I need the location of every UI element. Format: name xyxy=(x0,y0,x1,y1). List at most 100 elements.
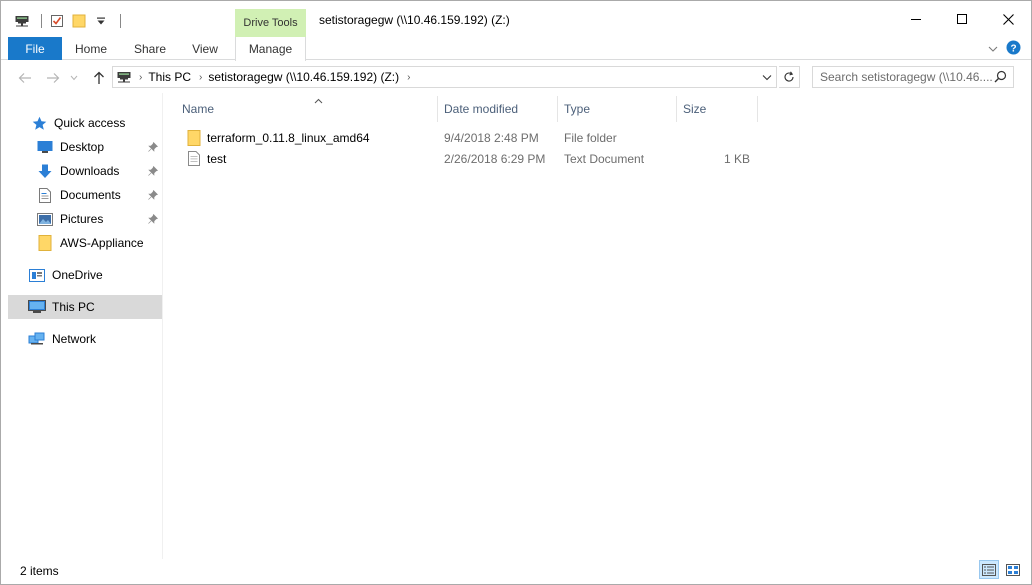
column-header-name[interactable]: Name xyxy=(176,96,438,122)
close-icon xyxy=(1002,13,1014,25)
close-button[interactable] xyxy=(985,1,1031,37)
tab-share[interactable]: Share xyxy=(127,37,173,60)
sidebar-item-quick-access[interactable]: Quick access xyxy=(8,111,162,135)
expand-ribbon-button[interactable] xyxy=(988,42,998,56)
sidebar-item-label: Documents xyxy=(60,188,121,202)
breadcrumb-drive[interactable]: setistoragegw (\\10.46.159.192) (Z:) xyxy=(208,70,399,84)
sidebar-item-label: Quick access xyxy=(54,116,126,130)
sidebar-item-downloads[interactable]: Downloads xyxy=(8,159,162,183)
ribbon-tab-row: File Home Share View Manage ? xyxy=(1,37,1031,61)
file-row[interactable]: test 2/26/2018 6:29 PM Text Document 1 K… xyxy=(176,148,766,169)
pin-icon[interactable] xyxy=(148,165,159,179)
document-icon xyxy=(36,187,54,203)
tab-file[interactable]: File xyxy=(8,37,62,60)
breadcrumb-this-pc[interactable]: This PC xyxy=(148,70,191,84)
file-date: 2/26/2018 6:29 PM xyxy=(444,151,546,166)
sidebar-item-label: This PC xyxy=(52,300,95,314)
new-folder-icon[interactable] xyxy=(68,10,90,32)
sidebar-item-label: AWS-Appliance xyxy=(60,236,144,250)
recent-locations-button[interactable] xyxy=(67,68,81,88)
pin-icon[interactable] xyxy=(148,189,159,203)
file-size xyxy=(683,127,750,148)
sidebar-item-network[interactable]: Network xyxy=(8,327,162,351)
file-explorer-window: Drive Tools setistoragegw (\\10.46.159.1… xyxy=(0,0,1032,585)
help-button[interactable]: ? xyxy=(1006,40,1021,58)
sidebar-item-onedrive[interactable]: OneDrive xyxy=(8,263,162,287)
ribbon-right-controls: ? xyxy=(988,40,1021,58)
text-file-icon xyxy=(186,151,202,167)
chevron-down-icon xyxy=(762,74,772,80)
picture-icon xyxy=(36,211,54,227)
file-type: Text Document xyxy=(564,151,645,166)
column-header-size[interactable]: Size xyxy=(677,96,758,122)
chevron-right-icon[interactable]: › xyxy=(139,72,142,83)
status-bar: 2 items xyxy=(1,559,1031,584)
column-header-type[interactable]: Type xyxy=(558,96,677,122)
chevron-down-icon xyxy=(70,75,78,81)
view-switcher xyxy=(979,560,1023,579)
file-date: 9/4/2018 2:48 PM xyxy=(444,130,539,145)
search-input[interactable] xyxy=(820,70,992,84)
address-history-dropdown[interactable] xyxy=(758,67,776,87)
chevron-right-icon[interactable]: › xyxy=(199,72,202,83)
tab-view[interactable]: View xyxy=(183,37,227,60)
sidebar-item-label: OneDrive xyxy=(52,268,103,282)
sidebar-item-this-pc[interactable]: This PC xyxy=(8,295,162,319)
svg-text:?: ? xyxy=(1010,43,1016,54)
file-row[interactable]: terraform_0.11.8_linux_amd64 9/4/2018 2:… xyxy=(176,127,766,148)
chevron-right-icon[interactable]: › xyxy=(407,72,410,83)
drive-tools-context-label: Drive Tools xyxy=(235,9,306,37)
large-icons-view-icon xyxy=(1006,563,1020,576)
file-type: File folder xyxy=(564,130,617,145)
star-icon xyxy=(30,115,48,131)
customize-toolbar-icon[interactable] xyxy=(90,10,112,32)
pin-icon[interactable] xyxy=(148,213,159,227)
forward-button[interactable] xyxy=(43,68,63,88)
file-name: test xyxy=(207,151,227,166)
folder-icon xyxy=(36,235,54,251)
properties-icon[interactable] xyxy=(46,10,68,32)
navigation-pane: Quick access Desktop Downloads Documents… xyxy=(1,93,163,559)
navigation-bar: › This PC › setistoragegw (\\10.46.159.1… xyxy=(1,61,1031,93)
refresh-button[interactable] xyxy=(779,66,800,88)
back-button[interactable] xyxy=(15,68,35,88)
address-bar[interactable]: › This PC › setistoragegw (\\10.46.159.1… xyxy=(112,66,777,88)
quick-access-toolbar xyxy=(11,10,125,32)
file-list-pane: Name Date modified Type Size terraform_0… xyxy=(164,93,1031,559)
sidebar-item-desktop[interactable]: Desktop xyxy=(8,135,162,159)
file-size: 1 KB xyxy=(723,151,750,166)
sidebar-item-label: Desktop xyxy=(60,140,105,154)
search-icon[interactable] xyxy=(994,70,1007,86)
column-header-date-modified[interactable]: Date modified xyxy=(438,96,558,122)
back-arrow-icon xyxy=(18,73,31,83)
help-icon: ? xyxy=(1006,40,1021,55)
minimize-button[interactable] xyxy=(893,1,939,37)
maximize-button[interactable] xyxy=(939,1,985,37)
tab-manage[interactable]: Manage xyxy=(235,37,306,61)
sidebar-item-aws-appliance[interactable]: AWS-Appliance xyxy=(8,231,162,255)
pin-icon[interactable] xyxy=(148,141,159,155)
drive-icon[interactable] xyxy=(11,10,33,32)
file-name-cell: terraform_0.11.8_linux_amd64 xyxy=(186,127,370,148)
sidebar-item-documents[interactable]: Documents xyxy=(8,183,162,207)
tab-home[interactable]: Home xyxy=(67,37,115,60)
minimize-icon xyxy=(911,19,921,20)
file-name: terraform_0.11.8_linux_amd64 xyxy=(207,130,370,145)
forward-arrow-icon xyxy=(47,73,60,83)
folder-icon xyxy=(186,129,202,146)
large-icons-view-button[interactable] xyxy=(1003,560,1023,579)
search-box[interactable] xyxy=(812,66,1014,88)
download-arrow-icon xyxy=(36,163,54,179)
up-button[interactable] xyxy=(89,68,109,88)
sort-ascending-icon xyxy=(314,93,323,107)
column-header-label: Type xyxy=(564,102,591,116)
toolbar-separator xyxy=(120,14,121,28)
up-arrow-icon xyxy=(94,71,104,84)
column-header-label: Date modified xyxy=(444,102,519,116)
sidebar-item-pictures[interactable]: Pictures xyxy=(8,207,162,231)
drive-icon xyxy=(117,71,131,83)
desktop-icon xyxy=(36,139,54,155)
details-view-button[interactable] xyxy=(979,560,999,579)
chevron-down-icon xyxy=(988,46,998,52)
details-view-icon xyxy=(982,563,996,576)
